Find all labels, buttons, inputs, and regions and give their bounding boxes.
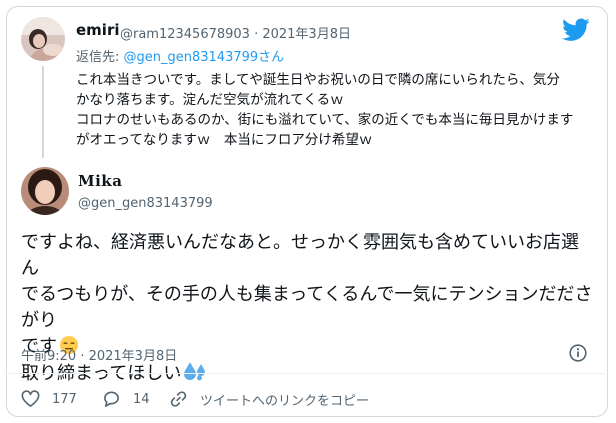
thread-connector-line [42, 66, 44, 158]
reply-icon [104, 391, 119, 407]
action-bar: 177 14 ツイートへのリンクをコピー [21, 389, 369, 409]
twitter-logo-icon[interactable] [562, 18, 590, 42]
info-icon[interactable] [569, 344, 587, 362]
parent-handle-and-date[interactable]: @ram12345678903 · 2021年3月8日 [120, 23, 351, 42]
reply-button[interactable]: 14 [102, 390, 155, 408]
tweet-text-line: ですよね、経済悪いんだなあと。せっかく雰囲気も含めていいお店選ん [21, 232, 579, 279]
reply-to-line: 返信先: @gen_gen83143799さん [76, 46, 284, 65]
reply-to-mention-link[interactable]: @gen_gen83143799さん [124, 50, 285, 65]
author-handle[interactable]: @gen_gen83143799 [78, 196, 213, 211]
link-icon [170, 391, 187, 407]
copy-link-button[interactable]: ツイートへのリンクをコピー [169, 390, 369, 409]
heart-icon [21, 390, 40, 407]
parent-display-name[interactable]: emiri [76, 21, 119, 39]
tweet-timestamp[interactable]: 午前9:20 · 2021年3月8日 [21, 345, 177, 364]
like-button[interactable]: 177 [21, 390, 102, 408]
avatar[interactable] [21, 17, 65, 61]
reply-count: 14 [133, 391, 150, 407]
tweet-text-line: でるつもりが、その手の人も集まってくるんで一気にテンションだださがり [21, 284, 593, 331]
avatar[interactable] [21, 167, 69, 215]
copy-link-label: ツイートへのリンクをコピー [200, 393, 370, 409]
sweat-droplets-emoji [184, 362, 206, 381]
parent-tweet-text: これ本当きついです。ましてや誕生日やお祝いの日で隣の席にいられたら、気分 かなり… [76, 72, 574, 148]
reply-to-prefix: 返信先: [76, 50, 124, 65]
divider [6, 373, 608, 374]
like-count: 177 [52, 391, 77, 407]
author-display-name[interactable]: 𝐌𝐢𝐤𝐚 [78, 172, 122, 190]
